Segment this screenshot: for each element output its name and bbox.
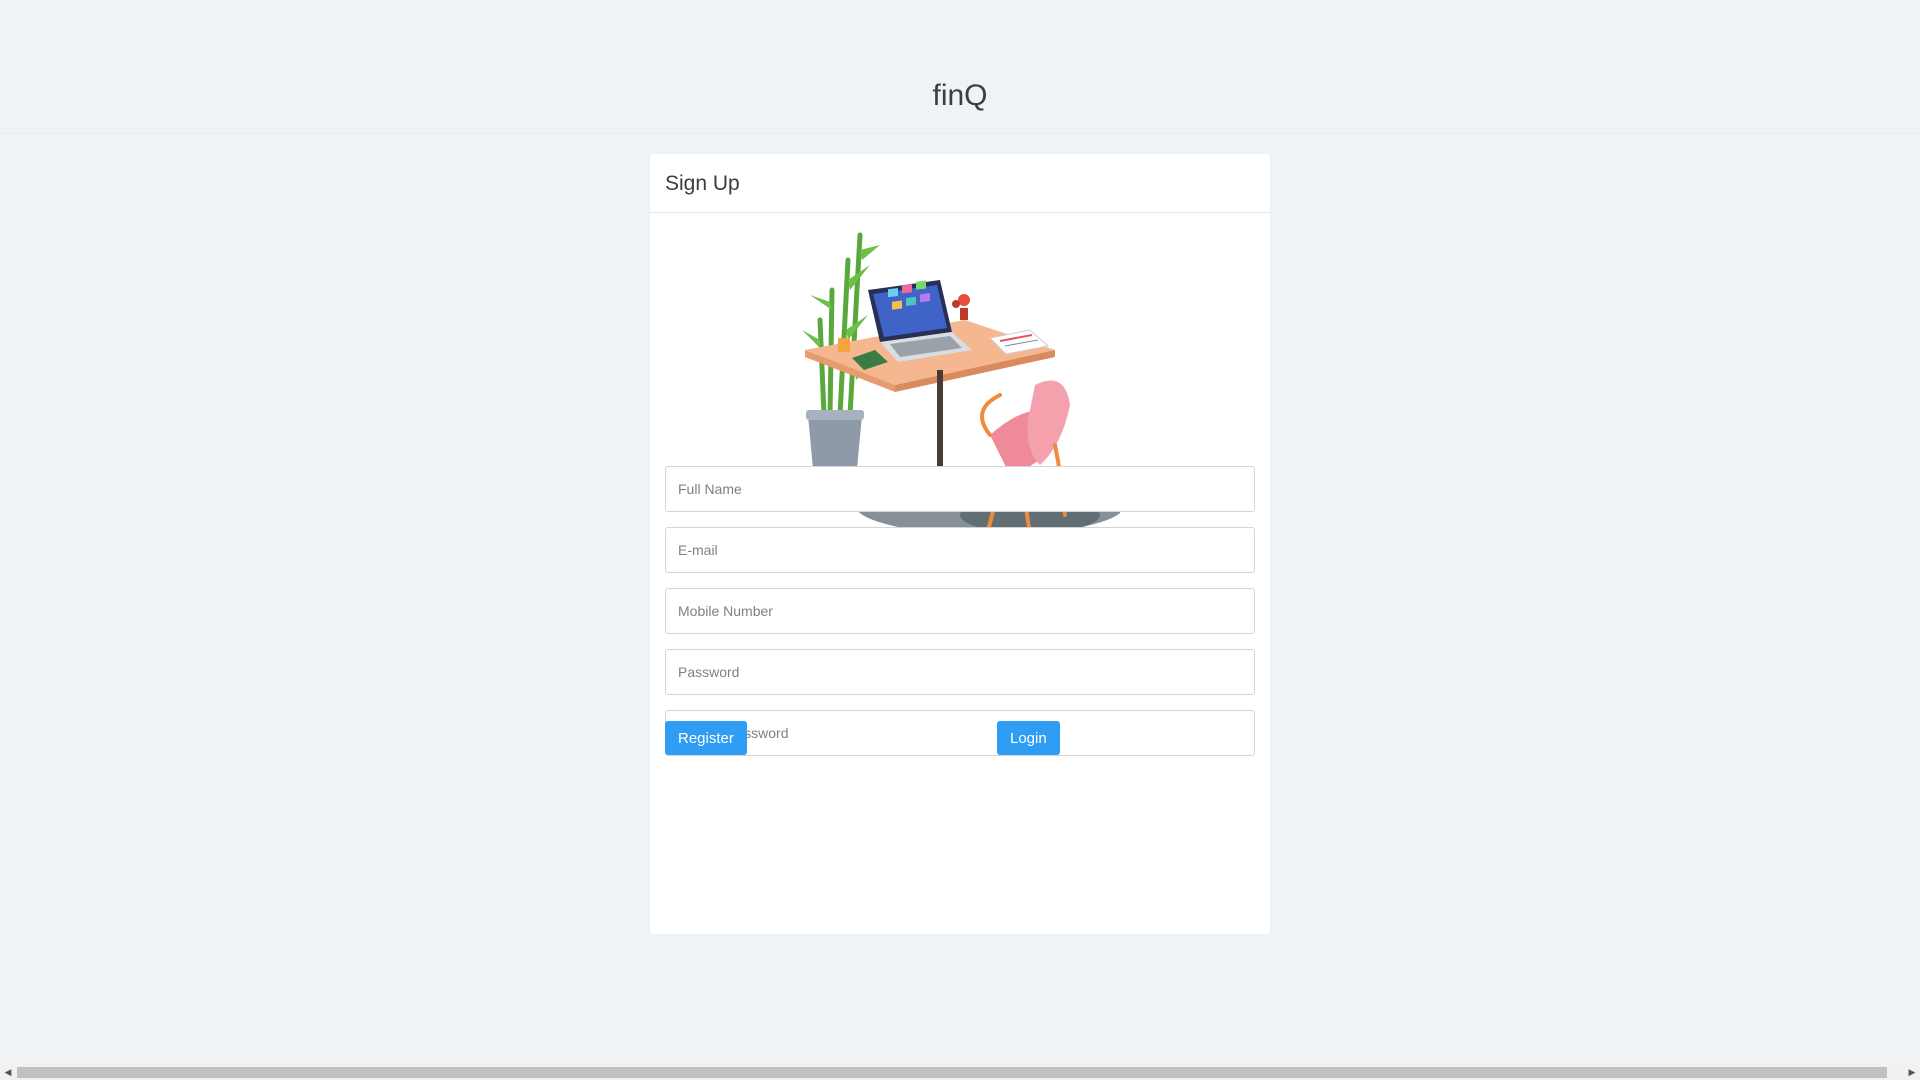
full-name-input[interactable] — [665, 466, 1255, 512]
horizontal-scrollbar[interactable]: ◀ ▶ — [0, 1064, 1920, 1080]
register-button[interactable]: Register — [665, 721, 747, 755]
scroll-right-arrow-icon[interactable]: ▶ — [1904, 1064, 1920, 1080]
email-input[interactable] — [665, 527, 1255, 573]
scroll-left-arrow-icon[interactable]: ◀ — [0, 1064, 16, 1080]
password-input[interactable] — [665, 649, 1255, 695]
login-button[interactable]: Login — [997, 721, 1060, 755]
signup-card: Sign Up Full Name E-mail Mobile Number R… — [650, 154, 1270, 934]
brand-title: finQ — [932, 79, 988, 112]
repeat-password-input[interactable] — [665, 710, 1255, 756]
mobile-number-input[interactable] — [665, 588, 1255, 634]
signup-title: Sign Up — [665, 172, 740, 195]
card-header: Sign Up — [650, 154, 1270, 213]
scrollbar-thumb[interactable] — [17, 1067, 1887, 1078]
top-header: finQ — [0, 0, 1920, 134]
